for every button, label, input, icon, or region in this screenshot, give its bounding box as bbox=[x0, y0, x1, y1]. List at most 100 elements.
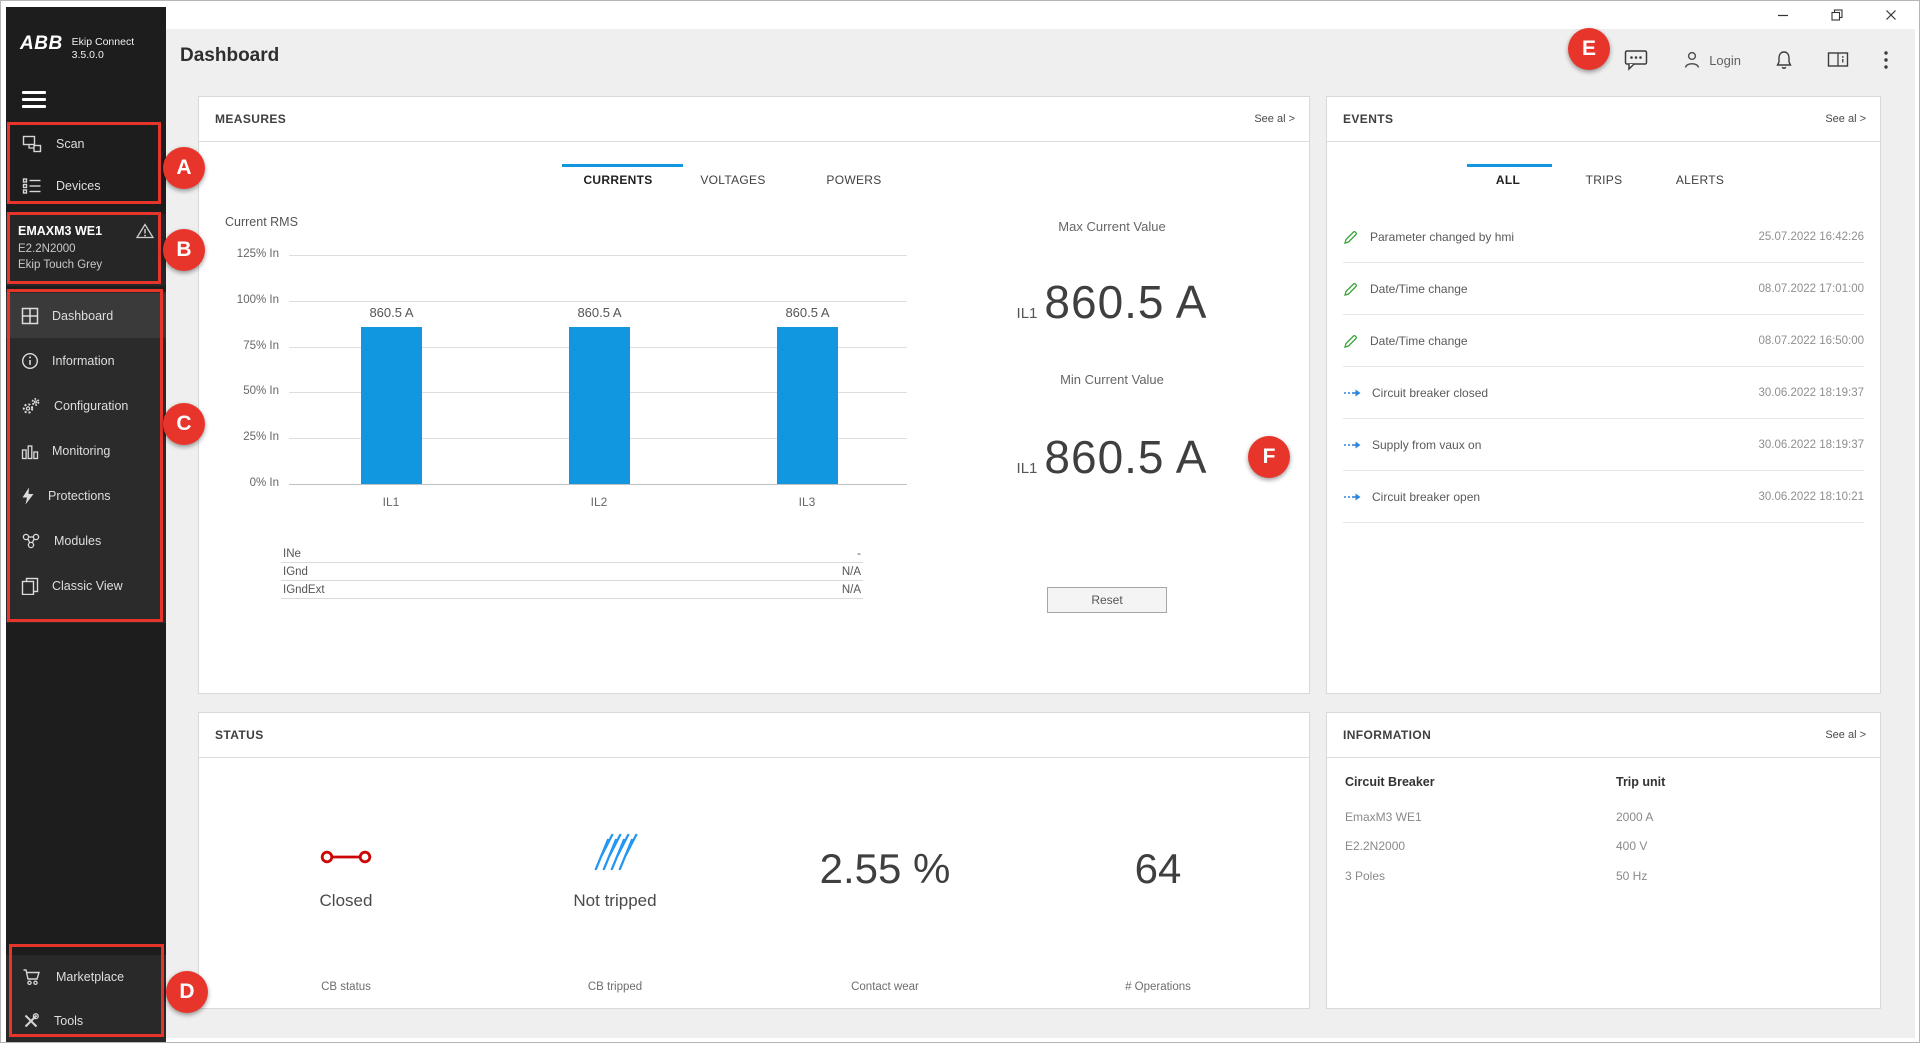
app-logo: ABB Ekip Connect 3.5.0.0 bbox=[20, 33, 134, 62]
x-axis-label: IL2 bbox=[559, 495, 639, 509]
sidebar-item-protections[interactable]: Protections bbox=[6, 473, 166, 518]
state-change-arrow-icon bbox=[1343, 491, 1361, 503]
sidebar-item-modules[interactable]: Modules bbox=[6, 518, 166, 563]
feedback-chat-icon[interactable] bbox=[1624, 49, 1648, 71]
sidebar-bottom: Marketplace Tools bbox=[6, 955, 166, 1043]
sidebar-item-devices[interactable]: Devices bbox=[6, 165, 166, 207]
help-book-icon[interactable] bbox=[1827, 51, 1849, 69]
sidebar-item-label: Protections bbox=[48, 489, 111, 503]
event-timestamp: 30.06.2022 18:10:21 bbox=[1758, 491, 1864, 503]
event-row[interactable]: Date/Time change 08.07.2022 17:01:00 bbox=[1343, 263, 1864, 315]
sidebar-item-scan[interactable]: Scan bbox=[6, 123, 166, 165]
event-row[interactable]: Date/Time change 08.07.2022 16:50:00 bbox=[1343, 315, 1864, 367]
reset-button[interactable]: Reset bbox=[1047, 587, 1167, 613]
sidebar-item-label: Classic View bbox=[52, 579, 123, 593]
measures-see-all-link[interactable]: See al > bbox=[1254, 113, 1295, 125]
device-trip-unit: Ekip Touch Grey bbox=[18, 259, 154, 271]
y-axis-tick: 75% In bbox=[199, 340, 279, 352]
pencil-edit-icon bbox=[1343, 281, 1359, 297]
cb-status-value: Closed bbox=[236, 891, 456, 911]
current-rms-bar-chart: 860.5 A 860.5 A 860.5 A IL1 IL2 IL3 bbox=[289, 255, 907, 484]
sidebar-item-label: Scan bbox=[56, 137, 85, 151]
cb-status-caption: CB status bbox=[236, 981, 456, 993]
app-version: 3.5.0.0 bbox=[72, 49, 104, 61]
event-timestamp: 30.06.2022 18:19:37 bbox=[1758, 387, 1864, 399]
events-see-all-link[interactable]: See al > bbox=[1825, 113, 1866, 125]
table-row: IGndExt N/A bbox=[281, 581, 863, 599]
notifications-bell-icon[interactable] bbox=[1775, 50, 1793, 70]
sidebar-item-marketplace[interactable]: Marketplace bbox=[6, 955, 166, 999]
sidebar-item-monitoring[interactable]: Monitoring bbox=[6, 428, 166, 473]
main-content: Dashboard Login MEASURES bbox=[166, 29, 1915, 1038]
panel-title: MEASURES bbox=[215, 112, 286, 126]
event-row[interactable]: Circuit breaker open 30.06.2022 18:10:21 bbox=[1343, 471, 1864, 523]
info-value: 3 Poles bbox=[1345, 869, 1385, 883]
max-current-label: Max Current Value bbox=[922, 219, 1302, 234]
y-axis-tick: 125% In bbox=[199, 248, 279, 260]
info-value: E2.2N2000 bbox=[1345, 839, 1405, 853]
window-restore-button[interactable] bbox=[1831, 9, 1843, 21]
sidebar-item-classic-view[interactable]: Classic View bbox=[6, 563, 166, 608]
connected-device-card[interactable]: EMAXM3 WE1 E2.2N2000 Ekip Touch Grey bbox=[6, 214, 166, 286]
sidebar-item-label: Devices bbox=[56, 179, 100, 193]
row-label: IGnd bbox=[283, 566, 308, 578]
tab-powers[interactable]: POWERS bbox=[799, 173, 909, 187]
tab-currents[interactable]: CURRENTS bbox=[563, 173, 673, 187]
sidebar: ABB Ekip Connect 3.5.0.0 Scan Devices bbox=[6, 7, 166, 1038]
contact-wear-value: 2.55 % bbox=[775, 845, 995, 893]
ground-currents-table: INe - IGnd N/A IGndExt N/A bbox=[281, 545, 863, 599]
window-close-button[interactable] bbox=[1885, 9, 1897, 21]
window-titlebar bbox=[166, 1, 1919, 29]
measures-panel: MEASURES See al > CURRENTS VOLTAGES POWE… bbox=[198, 96, 1310, 694]
max-current-phase: IL1 bbox=[1017, 305, 1038, 322]
y-axis-tick: 50% In bbox=[199, 385, 279, 397]
row-value: - bbox=[857, 548, 861, 560]
cb-tripped-value: Not tripped bbox=[505, 891, 725, 911]
app-name: Ekip Connect bbox=[72, 36, 134, 48]
info-value: 400 V bbox=[1616, 839, 1647, 853]
operations-value: 64 bbox=[1048, 845, 1268, 893]
y-axis-tick: 100% In bbox=[199, 294, 279, 306]
breaker-closed-icon bbox=[320, 843, 372, 876]
app-window: ABB Ekip Connect 3.5.0.0 Scan Devices bbox=[0, 0, 1920, 1043]
bar-il2: 860.5 A bbox=[569, 327, 630, 484]
sidebar-item-dashboard[interactable]: Dashboard bbox=[6, 293, 166, 338]
y-axis-tick: 0% In bbox=[199, 477, 279, 489]
event-row[interactable]: Circuit breaker closed 30.06.2022 18:19:… bbox=[1343, 367, 1864, 419]
sidebar-item-configuration[interactable]: Configuration bbox=[6, 383, 166, 428]
sidebar-item-label: Configuration bbox=[54, 399, 128, 413]
sidebar-item-information[interactable]: Information bbox=[6, 338, 166, 383]
event-row[interactable]: Supply from vaux on 30.06.2022 18:19:37 bbox=[1343, 419, 1864, 471]
menu-toggle-icon[interactable] bbox=[22, 91, 46, 109]
window-minimize-button[interactable] bbox=[1777, 9, 1789, 21]
tab-all[interactable]: ALL bbox=[1468, 173, 1548, 187]
scan-section: Scan Devices bbox=[6, 123, 166, 207]
abb-logo: ABB bbox=[20, 33, 63, 55]
cb-status-indicator: Closed CB status bbox=[236, 763, 456, 1003]
dashboard-grid-icon bbox=[21, 307, 39, 325]
gears-icon bbox=[21, 397, 41, 415]
kebab-menu-icon[interactable] bbox=[1883, 50, 1889, 70]
table-row: IGnd N/A bbox=[281, 563, 863, 581]
tab-trips[interactable]: TRIPS bbox=[1564, 173, 1644, 187]
operations-caption: # Operations bbox=[1048, 981, 1268, 993]
information-panel: INFORMATION See al > Circuit Breaker Ema… bbox=[1326, 712, 1881, 1009]
information-see-all-link[interactable]: See al > bbox=[1825, 729, 1866, 741]
event-label: Parameter changed by hmi bbox=[1370, 230, 1747, 244]
pencil-edit-icon bbox=[1343, 229, 1359, 245]
events-panel: EVENTS See al > ALL TRIPS ALERTS Paramet… bbox=[1326, 96, 1881, 694]
circuit-breaker-heading: Circuit Breaker bbox=[1345, 775, 1435, 789]
sidebar-item-label: Tools bbox=[54, 1014, 83, 1028]
tab-alerts[interactable]: ALERTS bbox=[1660, 173, 1740, 187]
status-panel: STATUS Closed CB status Not tripped CB t… bbox=[198, 712, 1310, 1009]
sidebar-item-label: Information bbox=[52, 354, 115, 368]
warning-triangle-icon bbox=[136, 223, 154, 239]
tab-voltages[interactable]: VOLTAGES bbox=[678, 173, 788, 187]
login-button[interactable]: Login bbox=[1682, 50, 1741, 70]
event-label: Date/Time change bbox=[1370, 334, 1747, 348]
event-label: Circuit breaker open bbox=[1372, 490, 1747, 504]
sidebar-item-tools[interactable]: Tools bbox=[6, 999, 166, 1043]
state-change-arrow-icon bbox=[1343, 387, 1361, 399]
event-row[interactable]: Parameter changed by hmi 25.07.2022 16:4… bbox=[1343, 211, 1864, 263]
table-row: INe - bbox=[281, 545, 863, 563]
